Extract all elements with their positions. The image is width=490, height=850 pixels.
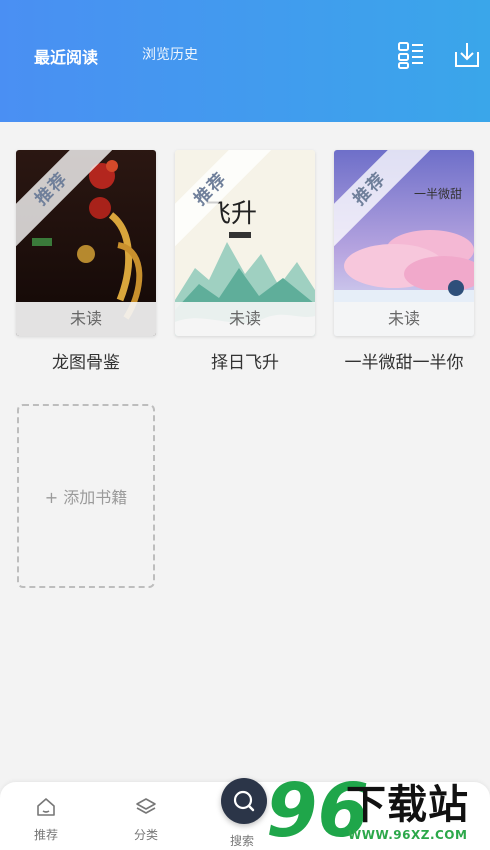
tab-browse-history[interactable]: 浏览历史 (142, 44, 198, 64)
svg-text:一半微甜: 一半微甜 (414, 187, 462, 201)
top-header: 最近阅读 浏览历史 (0, 0, 490, 122)
book-title[interactable]: 一半微甜一半你 (334, 348, 474, 373)
search-icon (233, 790, 255, 812)
book-cover[interactable]: 飞升 推荐 未读 (175, 150, 315, 336)
layout-icon[interactable] (396, 40, 426, 70)
nav-search-label: 搜索 (230, 834, 255, 848)
unread-label: 未读 (16, 302, 156, 336)
watermark-title: 下载站 (346, 782, 469, 828)
add-book-button[interactable]: + 添加书籍 (17, 404, 155, 588)
layers-icon (136, 798, 156, 814)
home-icon (37, 798, 55, 816)
book-title[interactable]: 择日飞升 (175, 348, 315, 373)
unread-label: 未读 (334, 302, 474, 336)
nav-recommend-label: 推荐 (33, 828, 58, 842)
book-card[interactable]: 一半微甜 推荐 未读 一半微甜一半你 (334, 150, 474, 373)
tab-recent-reading[interactable]: 最近阅读 (34, 44, 98, 68)
book-card[interactable]: 推荐 未读 龙图骨鉴 (16, 150, 156, 373)
book-cover[interactable]: 推荐 未读 (16, 150, 156, 336)
watermark-site: WWW.96XZ.COM (348, 828, 468, 842)
nav-category-label: 分类 (133, 828, 158, 842)
add-book-label: + 添加书籍 (44, 488, 128, 507)
download-icon[interactable] (452, 40, 482, 70)
book-title[interactable]: 龙图骨鉴 (16, 348, 156, 373)
book-card[interactable]: 飞升 推荐 未读 择日飞升 (175, 150, 315, 373)
unread-label: 未读 (175, 302, 315, 336)
book-cover[interactable]: 一半微甜 推荐 未读 (334, 150, 474, 336)
nav-category[interactable]: 分类 (116, 796, 176, 843)
nav-recommend[interactable]: 推荐 (16, 796, 76, 843)
search-button[interactable] (221, 778, 267, 824)
